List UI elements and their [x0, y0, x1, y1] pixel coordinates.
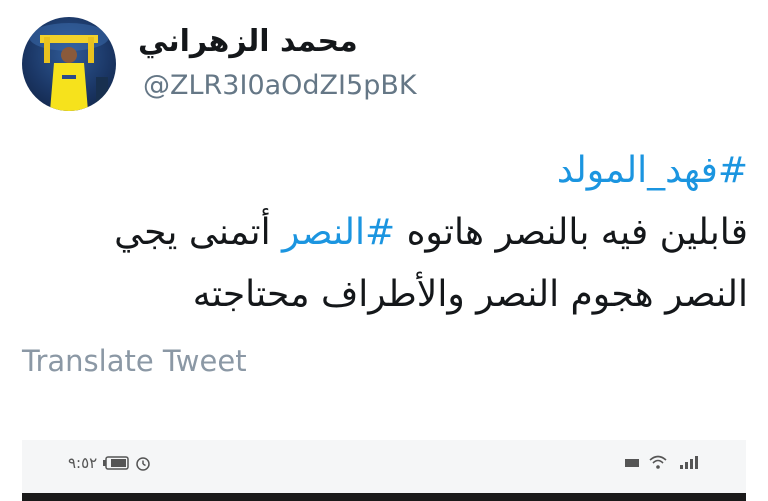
- signal-icon: [680, 456, 698, 469]
- tweet-text-segment: أتمنى يجي: [114, 212, 283, 253]
- user-handle[interactable]: @ZLR3I0aOdZI5pBK: [143, 70, 417, 101]
- tweet-line: النصر هجوم النصر والأطراف محتاجته: [192, 274, 748, 315]
- hashtag-link[interactable]: #النصر: [282, 212, 395, 253]
- alarm-icon: [136, 457, 150, 471]
- data-indicator-icon: [625, 459, 639, 467]
- battery-icon: [103, 456, 129, 470]
- avatar[interactable]: [22, 17, 116, 111]
- phone-status-bar: ٩:٥٢: [22, 454, 746, 478]
- translate-tweet-link[interactable]: Translate Tweet: [22, 344, 247, 378]
- tweet-line: قابلين فيه بالنصر هاتوه #النصر أتمنى يجي: [28, 202, 748, 264]
- hashtag-link[interactable]: #فهد_المولد: [28, 140, 748, 202]
- media-content-edge: [22, 493, 746, 501]
- tweet-text-segment: قابلين فيه بالنصر هاتوه: [395, 212, 748, 253]
- tweet-card[interactable]: محمد الزهراني @ZLR3I0aOdZI5pBK #فهد_المو…: [0, 0, 768, 501]
- tweet-text: #فهد_المولد قابلين فيه بالنصر هاتوه #الن…: [28, 140, 748, 326]
- wifi-icon: [649, 455, 667, 469]
- display-name[interactable]: محمد الزهراني: [138, 24, 358, 59]
- embedded-image[interactable]: ٩:٥٢: [22, 440, 746, 501]
- status-right-group: [624, 454, 700, 470]
- status-left-group: ٩:٥٢: [68, 454, 151, 472]
- status-time: ٩:٥٢: [68, 454, 98, 472]
- avatar-image: [29, 23, 109, 111]
